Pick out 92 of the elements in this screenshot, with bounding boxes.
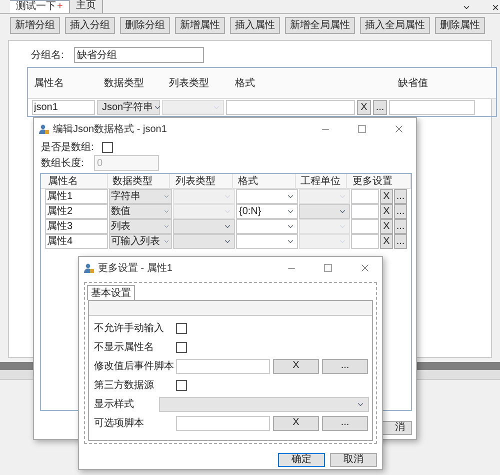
user-icon [39,124,49,134]
format-value: {0:N} [239,205,262,219]
window-title: 更多设置 - 属性1 [98,262,174,276]
column-header: 列表类型 [168,76,210,90]
name-field[interactable]: 属性2 [45,204,108,219]
format-select[interactable] [236,219,298,234]
small-button[interactable]: X [380,189,393,204]
dropdown-icon[interactable] [462,3,471,12]
setting-label: 可选项脚本 [94,416,145,430]
format-select[interactable]: {0:N} [236,204,298,219]
dialog-button[interactable]: 确定 [278,453,325,467]
name-field[interactable]: json1 [32,100,95,115]
list-type-select[interactable] [173,204,235,219]
is-array-label: 是否是数组: [41,140,94,154]
toolbar-button[interactable]: 插入属性 [230,17,280,34]
setting-label: 不允许手动输入 [94,322,165,336]
document-tab[interactable]: 测试一下+ [10,0,70,13]
close-icon[interactable] [359,262,371,274]
group-name-field[interactable]: 缺省分组 [74,47,204,63]
toolbar-button[interactable]: 插入分组 [65,17,115,34]
more-settings-field[interactable] [351,189,379,204]
small-button[interactable]: ... [394,234,407,249]
data-type-select[interactable]: 数值 [109,204,172,219]
maximize-icon[interactable] [323,263,333,273]
settings-tab[interactable]: 基本设置 [87,285,135,300]
column-header: 数据类型 [103,76,145,90]
small-button[interactable]: X [380,219,393,234]
style-select[interactable] [159,396,369,412]
data-type-select[interactable]: 可输入列表 [109,234,172,249]
close-icon[interactable] [491,3,500,12]
unit-select[interactable] [299,219,350,234]
column-header: 属性名 [33,76,65,90]
small-button[interactable]: X [357,100,371,115]
list-type-select[interactable] [173,219,235,234]
name-field[interactable]: 属性4 [45,234,108,249]
small-button[interactable]: ... [373,100,387,115]
unit-select[interactable] [299,204,350,219]
cancel-button[interactable]: 消 [382,421,412,435]
close-icon[interactable] [393,123,405,135]
data-type-select[interactable]: Json字符串 [97,100,160,115]
modified-mark: + [57,2,63,12]
toolbar-button[interactable]: 插入全局属性 [360,17,430,34]
name-field[interactable]: 属性3 [45,219,108,234]
checkbox[interactable] [102,142,113,152]
unit-select[interactable] [299,189,350,204]
toolbar-button[interactable]: 删除属性 [435,17,485,34]
toolbar-button[interactable]: 新增属性 [175,17,225,34]
list-type-select[interactable] [173,234,235,249]
small-button[interactable]: X [273,358,319,374]
script-field[interactable] [176,358,270,374]
list-type-select[interactable] [162,100,224,115]
setting-label: 修改值后事件脚本 [94,360,175,374]
toolbar-button[interactable]: 新增分组 [10,17,60,34]
more-settings-field[interactable] [351,204,379,219]
small-button[interactable]: ... [394,219,407,234]
maximize-icon[interactable] [357,124,367,134]
group-name-label: 分组名: [31,48,64,62]
window-title: 编辑Json数据格式 - json1 [53,122,168,136]
checkbox[interactable] [176,322,187,334]
small-button[interactable]: ... [394,189,407,204]
setting-label: 第三方数据源 [94,378,155,392]
small-button[interactable]: X [380,234,393,249]
array-length-label: 数组长度: [41,156,85,170]
toolbar-button[interactable]: 新增全局属性 [285,17,355,34]
small-button[interactable]: ... [394,204,407,219]
toolbar-button[interactable]: 删除分组 [120,17,170,34]
default-value-field[interactable] [389,100,475,115]
column-header: 属性名 [43,174,108,188]
column-header: 格式 [234,76,256,90]
format-select[interactable] [236,234,298,249]
dialog-button[interactable]: 取消 [330,453,377,467]
checkbox[interactable] [176,342,187,352]
name-field[interactable]: 属性1 [45,189,108,204]
small-button[interactable]: ... [322,358,368,374]
checkbox[interactable] [176,380,187,390]
small-button[interactable]: ... [322,416,368,430]
script-field[interactable] [176,416,270,430]
format-field[interactable] [226,100,355,115]
small-button[interactable]: X [273,416,319,430]
column-header: 缺省值 [397,76,429,90]
user-icon [84,263,94,273]
data-type-select[interactable]: 字符串 [109,189,172,204]
data-type-select[interactable]: 列表 [109,219,172,234]
more-settings-field[interactable] [351,234,379,249]
small-button[interactable]: X [380,204,393,219]
unit-select[interactable] [299,234,350,249]
more-settings-field[interactable] [351,219,379,234]
setting-label: 不显示属性名 [94,340,155,354]
setting-label: 显示样式 [94,398,135,412]
list-type-select[interactable] [173,189,235,204]
tab-label: 测试一下 [16,2,56,12]
format-select[interactable] [236,189,298,204]
